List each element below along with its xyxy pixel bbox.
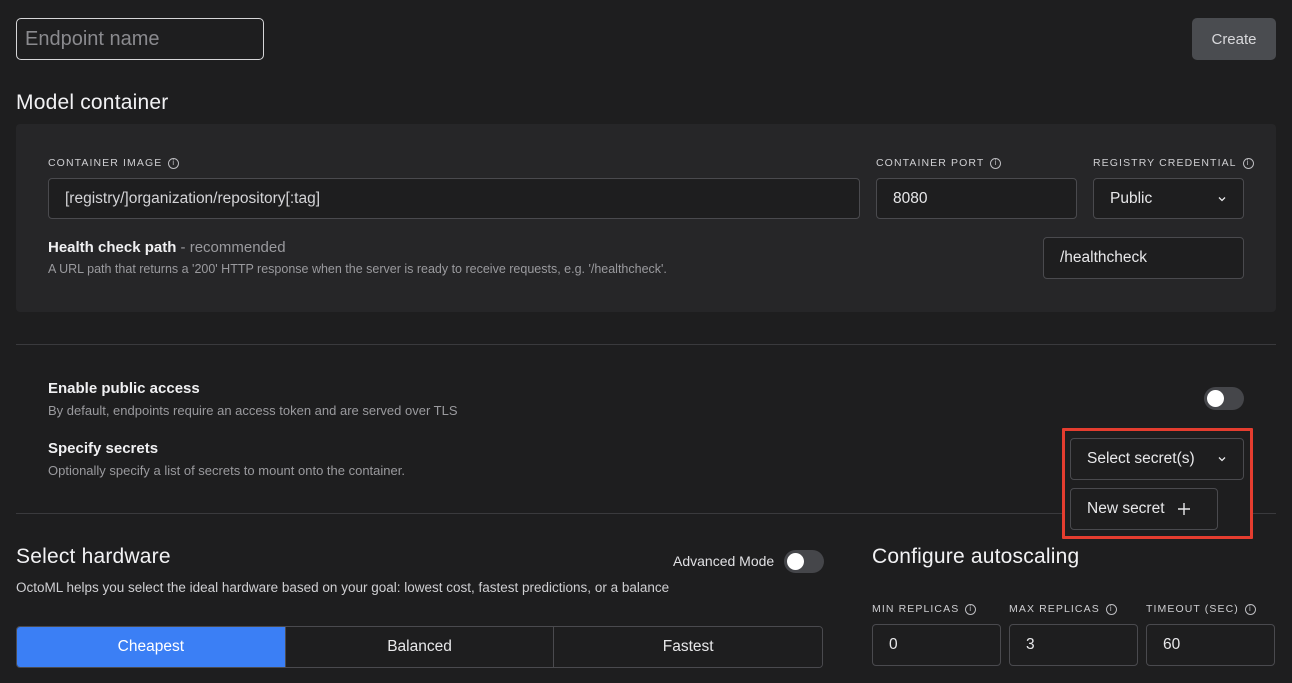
max-replicas-value: 3 [1026,636,1035,653]
secrets-title: Specify secrets [48,440,159,457]
hardware-description: OctoML helps you select the ideal hardwa… [16,580,670,595]
divider [16,513,1062,514]
timeout-label: TIMEOUT (SEC) i [1146,603,1256,615]
info-icon[interactable]: i [990,157,1002,169]
advanced-mode-toggle[interactable] [784,550,824,573]
min-replicas-label: MIN REPLICAS i [872,603,977,615]
timeout-input[interactable]: 60 [1146,624,1275,666]
cheapest-option[interactable]: Cheapest [17,627,286,667]
timeout-value: 60 [1163,636,1181,653]
registry-credential-select[interactable]: Public [1093,178,1244,219]
container-image-input[interactable]: [registry/]organization/repository[:tag] [48,178,860,219]
container-port-label-text: CONTAINER PORT [876,157,985,169]
container-port-value: 8080 [893,189,928,207]
toggle-knob [787,553,804,570]
registry-credential-label-text: REGISTRY CREDENTIAL [1093,157,1237,169]
info-icon[interactable]: i [1244,603,1256,615]
health-check-input[interactable]: /healthcheck [1043,237,1244,279]
fastest-option[interactable]: Fastest [554,627,822,667]
public-access-title: Enable public access [48,380,200,397]
create-button[interactable]: Create [1192,18,1276,60]
health-check-placeholder: /healthcheck [1060,249,1148,266]
health-check-title-text: Health check path [48,239,177,256]
balanced-option[interactable]: Balanced [285,627,555,667]
container-port-label: CONTAINER PORT i [876,157,1002,169]
container-image-label: CONTAINER IMAGE i [48,157,180,169]
select-hardware-title: Select hardware [16,545,171,568]
health-check-recommended: - recommended [176,239,286,256]
secrets-description: Optionally specify a list of secrets to … [48,463,405,478]
info-icon[interactable]: i [168,157,180,169]
timeout-label-text: TIMEOUT (SEC) [1146,603,1239,615]
max-replicas-input[interactable]: 3 [1009,624,1138,666]
hardware-goal-selector: Cheapest Balanced Fastest [16,626,823,668]
info-icon[interactable]: i [965,603,977,615]
min-replicas-value: 0 [889,636,898,653]
chevron-down-icon [1217,194,1227,204]
container-image-label-text: CONTAINER IMAGE [48,157,163,169]
health-check-description: A URL path that returns a '200' HTTP res… [48,262,667,276]
info-icon[interactable]: i [1242,157,1254,169]
public-access-description: By default, endpoints require an access … [48,403,458,418]
min-replicas-label-text: MIN REPLICAS [872,603,960,615]
health-check-title: Health check path - recommended [48,239,286,256]
public-access-toggle[interactable] [1204,387,1244,410]
info-icon[interactable]: i [1105,603,1117,615]
highlight-box [1062,428,1253,539]
max-replicas-label: MAX REPLICAS i [1009,603,1117,615]
registry-credential-label: REGISTRY CREDENTIAL i [1093,157,1254,169]
configure-autoscaling-title: Configure autoscaling [872,545,1080,568]
advanced-mode-label: Advanced Mode [673,553,775,569]
divider [16,344,1276,345]
container-port-input[interactable]: 8080 [876,178,1077,219]
min-replicas-input[interactable]: 0 [872,624,1001,666]
container-image-placeholder: [registry/]organization/repository[:tag] [65,189,321,207]
registry-credential-value: Public [1110,189,1153,207]
divider [1253,513,1276,514]
toggle-knob [1207,390,1224,407]
endpoint-name-input[interactable] [16,18,264,60]
model-container-title: Model container [16,91,169,114]
max-replicas-label-text: MAX REPLICAS [1009,603,1100,615]
